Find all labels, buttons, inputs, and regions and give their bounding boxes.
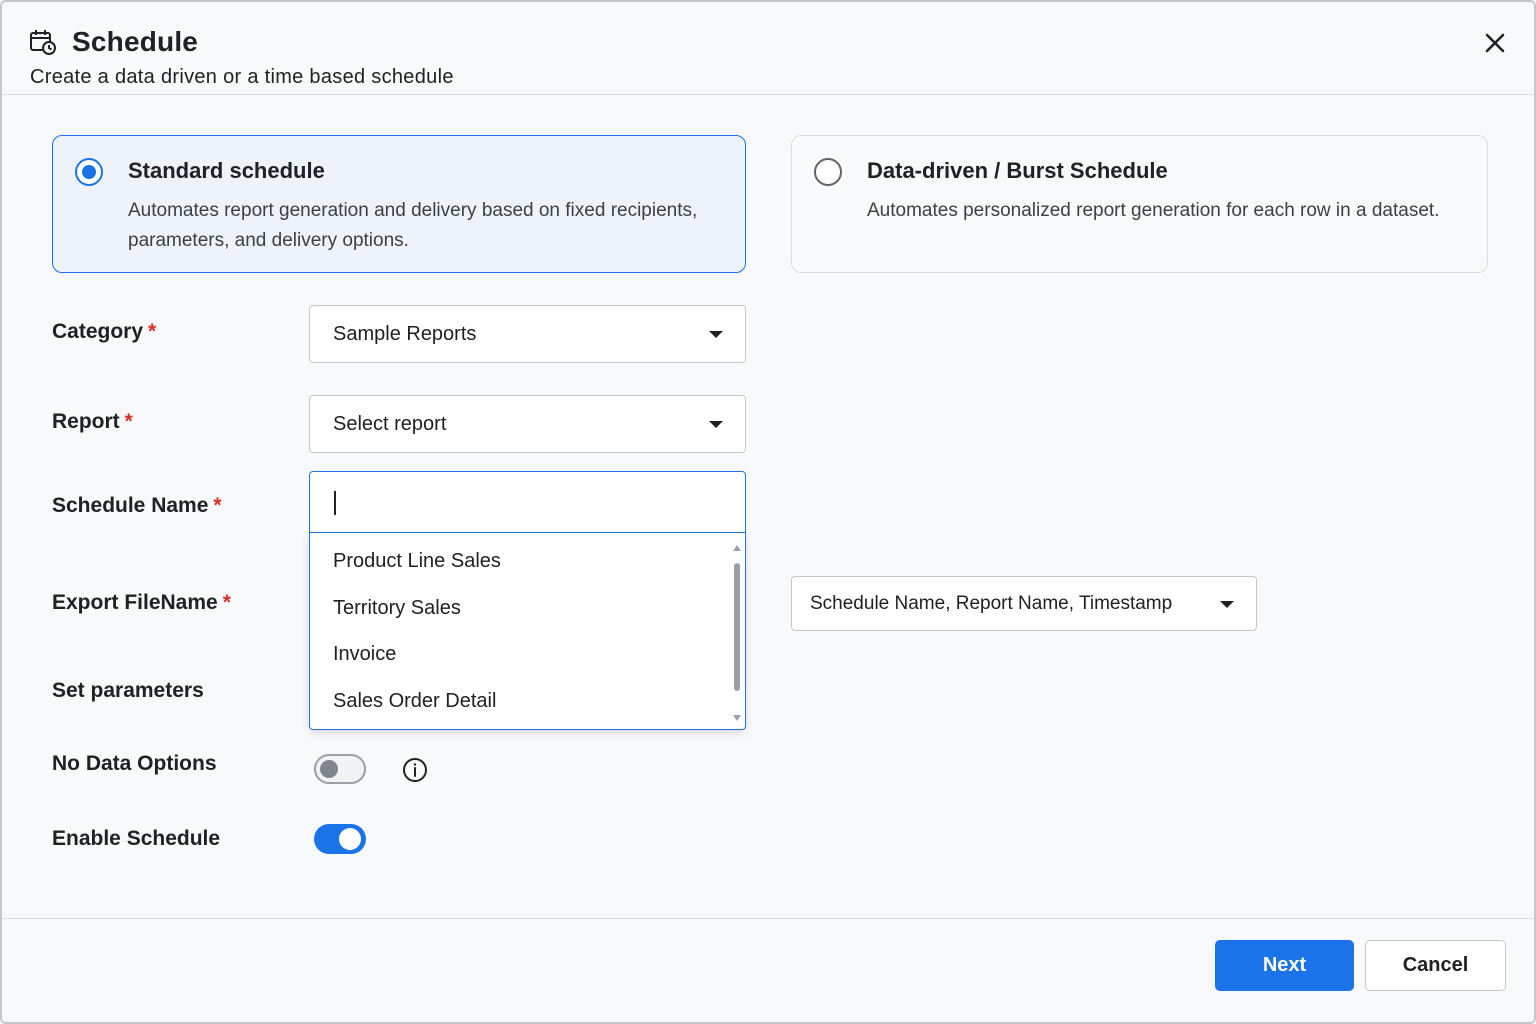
close-button[interactable]	[1478, 26, 1512, 60]
category-value: Sample Reports	[333, 322, 477, 345]
export-filename-label-text: Export FileName	[52, 591, 218, 614]
required-mark: *	[148, 320, 157, 343]
data-driven-schedule-option[interactable]: Data-driven / Burst Schedule Automates p…	[791, 135, 1488, 273]
set-parameters-label: Set parameters	[52, 679, 204, 702]
dialog-title: Schedule	[72, 26, 199, 57]
category-select[interactable]: Sample Reports	[309, 305, 746, 363]
standard-schedule-title: Standard schedule	[128, 158, 325, 183]
scroll-thumb[interactable]	[734, 563, 740, 691]
schedule-dialog: Schedule Create a data driven or a time …	[0, 0, 1536, 1024]
scroll-up-icon[interactable]	[733, 545, 741, 551]
no-data-options-toggle[interactable]	[314, 754, 366, 784]
data-driven-schedule-radio[interactable]	[814, 158, 842, 186]
enable-schedule-label: Enable Schedule	[52, 827, 221, 850]
schedule-name-label-text: Schedule Name	[52, 494, 209, 517]
schedule-name-input[interactable]	[309, 471, 746, 533]
schedule-name-label: Schedule Name *	[52, 494, 222, 518]
required-mark: *	[213, 494, 222, 517]
enable-schedule-toggle[interactable]	[314, 824, 366, 854]
category-label-text: Category	[52, 320, 144, 343]
calendar-clock-icon	[29, 28, 57, 56]
standard-schedule-description: Automates report generation and delivery…	[128, 200, 698, 251]
list-item[interactable]: Territory Sales	[333, 597, 461, 620]
export-filename-value: Schedule Name, Report Name, Timestamp	[810, 592, 1173, 614]
chevron-down-icon	[709, 421, 723, 428]
list-item[interactable]: Invoice	[333, 643, 396, 666]
chevron-down-icon	[1220, 600, 1234, 608]
required-mark: *	[222, 591, 231, 614]
dialog-header: Schedule Create a data driven or a time …	[2, 2, 1534, 95]
standard-schedule-option[interactable]: Standard schedule Automates report gener…	[52, 135, 746, 273]
info-icon[interactable]	[402, 757, 428, 783]
export-filename-select[interactable]: Schedule Name, Report Name, Timestamp	[791, 576, 1257, 631]
category-label: Category *	[52, 320, 156, 344]
dropdown-scrollbar[interactable]	[733, 545, 741, 721]
chevron-down-icon	[709, 331, 723, 338]
toggle-knob	[339, 828, 361, 850]
dialog-subtitle: Create a data driven or a time based sch…	[30, 66, 454, 88]
list-item[interactable]: Product Line Sales	[333, 550, 501, 573]
data-driven-schedule-description: Automates personalized report generation…	[867, 200, 1440, 221]
cancel-button[interactable]: Cancel	[1365, 940, 1506, 991]
report-dropdown-list[interactable]: Product Line Sales Territory Sales Invoi…	[309, 533, 746, 730]
next-button[interactable]: Next	[1215, 940, 1354, 991]
report-label-text: Report	[52, 410, 120, 433]
export-filename-label: Export FileName *	[52, 591, 231, 615]
text-cursor	[334, 491, 336, 515]
required-mark: *	[124, 410, 133, 433]
data-driven-schedule-title: Data-driven / Burst Schedule	[867, 158, 1168, 183]
scroll-down-icon[interactable]	[733, 715, 741, 721]
close-icon	[1485, 33, 1505, 53]
report-value: Select report	[333, 412, 447, 435]
standard-schedule-radio[interactable]	[75, 158, 103, 186]
dialog-footer: Next Cancel	[2, 918, 1534, 1024]
list-item[interactable]: Sales Order Detail	[333, 690, 496, 713]
toggle-knob	[320, 760, 338, 778]
report-label: Report *	[52, 410, 133, 434]
report-select[interactable]: Select report	[309, 395, 746, 453]
no-data-options-label: No Data Options	[52, 752, 217, 775]
